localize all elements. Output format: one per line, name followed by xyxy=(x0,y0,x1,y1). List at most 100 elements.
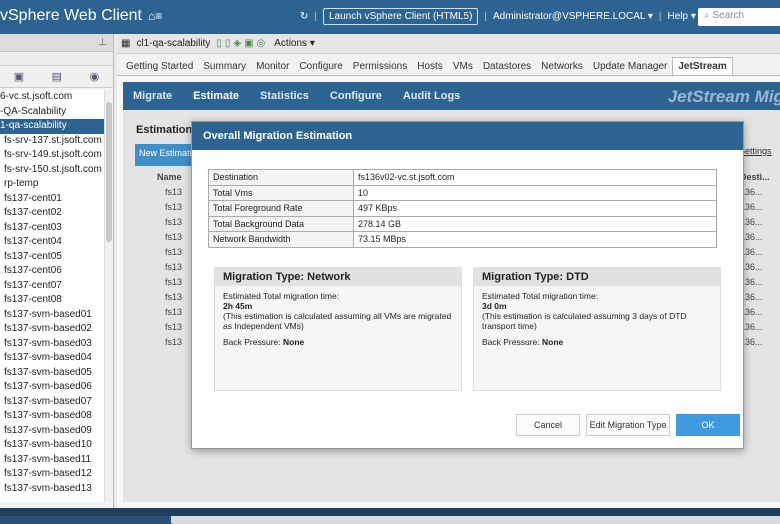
search-input[interactable]: ⌕ Search xyxy=(698,8,780,26)
vm-name: fs13 xyxy=(165,247,183,257)
tree-item[interactable]: fs137-svm-based04 xyxy=(0,351,104,366)
summary-row: Total Background Data 278.14 GB xyxy=(208,215,717,232)
vm-name: fs13 xyxy=(165,292,183,302)
tree-item[interactable]: 1-qa-scalability xyxy=(0,119,104,134)
tree-item[interactable]: -QA-Scalability xyxy=(0,105,104,120)
vm-name: fs13 xyxy=(165,322,183,332)
plugin-nav-estimate[interactable]: Estimate xyxy=(193,90,239,102)
tree-item[interactable]: fs137-svm-based07 xyxy=(0,395,104,410)
tab-permissions[interactable]: Permissions xyxy=(348,58,412,75)
summary-key: Total Foreground Rate xyxy=(208,200,354,217)
launch-html5-button[interactable]: Launch vSphere Client (HTML5) xyxy=(323,8,479,25)
new-estimation-button[interactable]: New Estimati xyxy=(135,144,195,166)
user-menu[interactable]: Administrator@VSPHERE.LOCAL ▾ xyxy=(493,11,653,22)
tab-datastores[interactable]: Datastores xyxy=(478,58,536,75)
storage-tab-icon[interactable]: ◉ xyxy=(90,70,100,83)
tab-configure[interactable]: Configure xyxy=(294,58,347,75)
network-time: 2h 45m xyxy=(223,301,253,311)
tab-hosts[interactable]: Hosts xyxy=(412,58,448,75)
tab-jetstream[interactable]: JetStream xyxy=(672,57,733,75)
tree-scrollbar[interactable] xyxy=(104,90,113,502)
object-name: cl1-qa-scalability xyxy=(136,38,211,49)
jetstream-logo: JetStream Migra xyxy=(667,87,780,106)
navigator-header: ⊥ xyxy=(0,34,113,52)
tree-item[interactable]: fs137-svm-based12 xyxy=(0,467,104,482)
summary-row: Total Vms 10 xyxy=(208,184,717,201)
tree-item[interactable]: rp-temp xyxy=(0,177,104,192)
tree-item[interactable]: fs137-svm-based06 xyxy=(0,380,104,395)
vms-templates-tab-icon[interactable]: ▤ xyxy=(52,70,62,83)
tree-item[interactable]: fs137-cent05 xyxy=(0,250,104,265)
plugin-nav-configure[interactable]: Configure xyxy=(330,90,382,102)
vm-name: fs13 xyxy=(165,262,183,272)
tree-item[interactable]: fs137-svm-based11 xyxy=(0,453,104,468)
navigator-pane: ⊥ ▣ ▤ ◉ 6-vc.st.jsoft.com -QA-Scalability… xyxy=(0,34,114,508)
top-header: vSphere Web Client ⌂≡ ↻ | Launch vSphere… xyxy=(0,0,780,34)
tree-item[interactable]: fs137-cent06 xyxy=(0,264,104,279)
scroll-thumb[interactable] xyxy=(106,102,112,242)
summary-row: Network Bandwidth 73.15 MBps xyxy=(208,231,717,248)
pin-icon[interactable]: ⊥ xyxy=(98,37,107,48)
tree-item[interactable]: fs137-cent04 xyxy=(0,235,104,250)
vm-name: fs13 xyxy=(165,202,183,212)
vm-name: fs13 xyxy=(165,217,183,227)
tree-item[interactable]: fs137-cent08 xyxy=(0,293,104,308)
tree-item[interactable]: fs137-svm-based05 xyxy=(0,366,104,381)
tab-update-manager[interactable]: Update Manager xyxy=(588,58,673,75)
tree-item[interactable]: fs137-svm-based02 xyxy=(0,322,104,337)
inventory-tree: 6-vc.st.jsoft.com -QA-Scalability 1-qa-sca… xyxy=(0,90,104,502)
tree-item[interactable]: fs-srv-137.st.jsoft.com xyxy=(0,134,104,149)
ok-button[interactable]: OK xyxy=(676,414,740,436)
plugin-nav-migrate[interactable]: Migrate xyxy=(133,90,172,102)
network-card-title: Migration Type: Network xyxy=(215,268,461,286)
tab-monitor[interactable]: Monitor xyxy=(251,58,294,75)
plugin-nav-statistics[interactable]: Statistics xyxy=(260,90,309,102)
navigator-back[interactable] xyxy=(0,52,113,66)
navigator-tabs: ▣ ▤ ◉ xyxy=(0,66,113,88)
tree-item[interactable]: fs-srv-150.st.jsoft.com xyxy=(0,163,104,178)
cancel-button[interactable]: Cancel xyxy=(516,414,580,436)
tree-item[interactable]: fs137-cent03 xyxy=(0,221,104,236)
network-card: Migration Type: Network Estimated Total … xyxy=(214,267,462,391)
summary-row: Destination fs136v02-vc.st.jsoft.com xyxy=(208,169,717,186)
vm-name: fs13 xyxy=(165,307,183,317)
summary-value: 10 xyxy=(353,184,717,201)
object-action-icons[interactable]: ▯▯◈▣◎ xyxy=(216,38,268,49)
tree-item[interactable]: fs137-svm-based09 xyxy=(0,424,104,439)
tab-summary[interactable]: Summary xyxy=(198,58,251,75)
tree-item[interactable]: fs137-svm-based01 xyxy=(0,308,104,323)
dtd-card-title: Migration Type: DTD xyxy=(474,268,720,286)
summary-value: fs136v02-vc.st.jsoft.com xyxy=(353,169,717,186)
tree-item[interactable]: fs137-cent01 xyxy=(0,192,104,207)
tree-item[interactable]: 6-vc.st.jsoft.com xyxy=(0,90,104,105)
tab-vms[interactable]: VMs xyxy=(448,58,478,75)
migration-estimation-dialog: Overall Migration Estimation Destination… xyxy=(191,121,744,449)
plugin-nav-audit-logs[interactable]: Audit Logs xyxy=(403,90,460,102)
summary-key: Network Bandwidth xyxy=(208,231,354,248)
tree-item[interactable]: fs-srv-149.st.jsoft.com xyxy=(0,148,104,163)
summary-key: Total Vms xyxy=(208,184,354,201)
tree-item[interactable]: fs137-cent07 xyxy=(0,279,104,294)
app-title: vSphere Web Client xyxy=(0,7,142,24)
tree-item[interactable]: fs137-svm-based08 xyxy=(0,409,104,424)
summary-key: Total Background Data xyxy=(208,215,354,232)
hosts-clusters-tab-icon[interactable]: ▣ xyxy=(14,70,24,83)
tree-item[interactable]: fs137-svm-based10 xyxy=(0,438,104,453)
help-menu[interactable]: Help ▾ xyxy=(667,11,695,22)
edit-migration-type-button[interactable]: Edit Migration Type xyxy=(586,414,670,436)
summary-value: 497 KBps xyxy=(353,200,717,217)
tree-item[interactable]: fs137-svm-based13 xyxy=(0,482,104,497)
header-toolbar: ↻ | Launch vSphere Client (HTML5) | Admi… xyxy=(300,8,704,25)
bottom-bar xyxy=(0,508,780,516)
tab-getting-started[interactable]: Getting Started xyxy=(121,58,198,75)
object-tabs: Getting Started Summary Monitor Configure Pe… xyxy=(117,54,780,76)
actions-menu[interactable]: Actions ▾ xyxy=(274,38,315,49)
summary-key: Destination xyxy=(208,169,354,186)
tree-item[interactable]: fs137-svm-based03 xyxy=(0,337,104,352)
vm-name: fs13 xyxy=(165,232,183,242)
tab-networks[interactable]: Networks xyxy=(536,58,588,75)
refresh-icon[interactable]: ↻ xyxy=(300,11,308,22)
dtd-card: Migration Type: DTD Estimated Total migr… xyxy=(473,267,721,391)
tree-item[interactable]: fs137-cent02 xyxy=(0,206,104,221)
home-menu-icon[interactable]: ⌂≡ xyxy=(148,9,162,23)
